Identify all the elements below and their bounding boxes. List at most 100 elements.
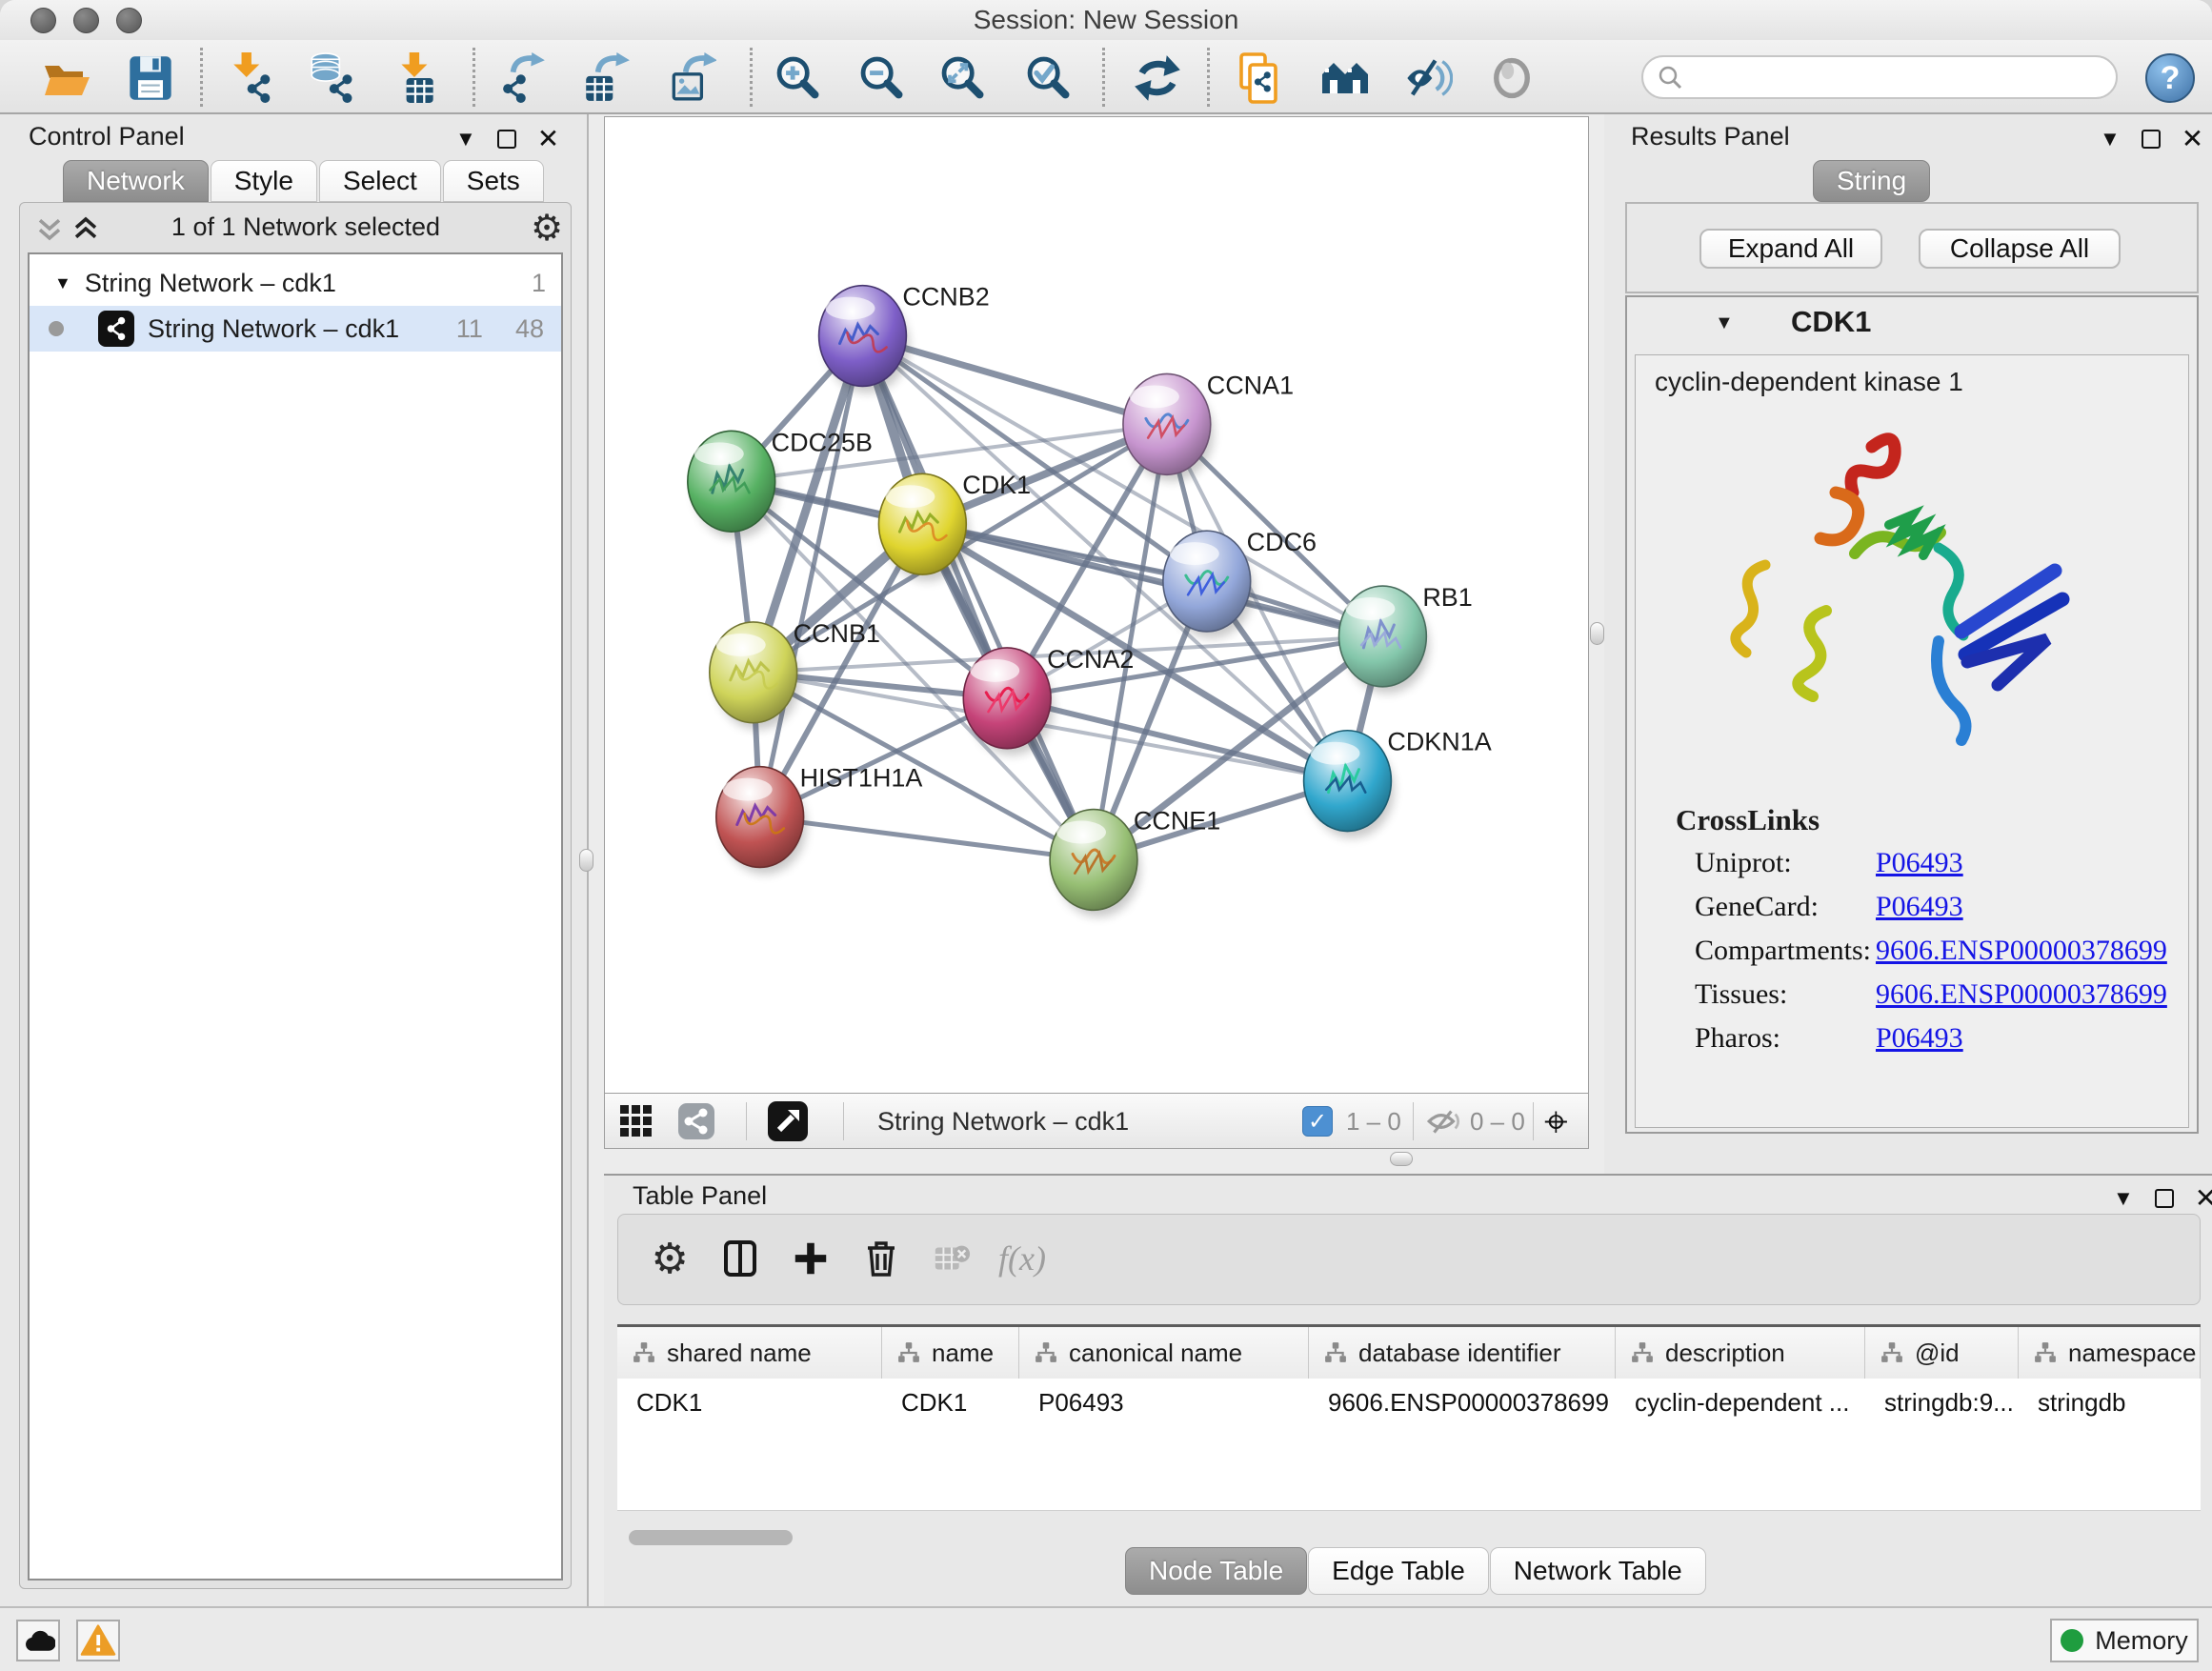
table-panel-collapse-icon[interactable]: ▼ — [2113, 1188, 2134, 1209]
clear-table-icon — [921, 1228, 982, 1289]
grid-view-icon[interactable] — [618, 1094, 654, 1149]
expand-all-button[interactable]: Expand All — [1699, 229, 1882, 269]
network-view-title: String Network – cdk1 — [877, 1094, 1129, 1149]
gene-collapse-icon[interactable]: ▼ — [1715, 312, 1734, 334]
right-splitter-handle[interactable] — [1590, 622, 1604, 645]
node-CDKN1A[interactable]: CDKN1A — [1304, 728, 1492, 838]
results-panel-collapse-icon[interactable]: ▼ — [2100, 129, 2121, 150]
column-header-@id[interactable]: @id — [1865, 1327, 2019, 1379]
import-network-icon[interactable] — [227, 51, 280, 105]
tab-node-table[interactable]: Node Table — [1125, 1547, 1307, 1595]
toolbar-divider — [1102, 48, 1105, 107]
table-hscrollbar-thumb[interactable] — [629, 1530, 793, 1545]
column-header-description[interactable]: description — [1616, 1327, 1865, 1379]
birds-eye-view-icon[interactable] — [767, 1094, 809, 1149]
column-header-label: description — [1665, 1339, 1785, 1368]
cell-shared-name[interactable]: CDK1 — [617, 1379, 882, 1426]
help-button[interactable]: ? — [2145, 53, 2195, 103]
column-header-label: namespace — [2068, 1339, 2196, 1368]
memory-button[interactable]: Memory — [2050, 1619, 2199, 1662]
crosslink-link[interactable]: 9606.ENSP00000378699 — [1876, 978, 2173, 1011]
network-options-gear-icon[interactable]: ⚙ — [531, 207, 563, 249]
network-graph[interactable]: CCNB2 CCNA1 CDC25B CDK1 — [605, 117, 1588, 1093]
column-header-name[interactable]: name — [882, 1327, 1019, 1379]
network-canvas[interactable]: CCNB2 CCNA1 CDC25B CDK1 — [604, 116, 1589, 1094]
add-column-icon[interactable] — [780, 1228, 841, 1289]
tab-sets[interactable]: Sets — [443, 160, 544, 202]
import-database-icon[interactable] — [305, 51, 358, 105]
export-image-icon[interactable] — [665, 51, 718, 105]
left-splitter-handle[interactable] — [579, 849, 593, 872]
save-session-icon[interactable] — [124, 51, 177, 105]
crosslink-link[interactable]: 9606.ENSP00000378699 — [1876, 935, 2173, 967]
column-header-namespace[interactable]: namespace — [2019, 1327, 2201, 1379]
cell-name[interactable]: CDK1 — [882, 1379, 1019, 1426]
import-table-icon[interactable] — [390, 51, 443, 105]
zoom-in-icon[interactable] — [771, 51, 824, 105]
export-table-icon[interactable] — [579, 51, 633, 105]
split-columns-icon[interactable] — [710, 1228, 771, 1289]
tab-network-table[interactable]: Network Table — [1490, 1547, 1706, 1595]
node-RB1[interactable]: RB1 — [1339, 583, 1473, 694]
results-panel-close-icon[interactable]: ✕ — [2182, 126, 2203, 152]
bottom-splitter-handle[interactable] — [1390, 1152, 1413, 1166]
column-header-shared-name[interactable]: shared name — [617, 1327, 882, 1379]
search-field[interactable] — [1683, 62, 2083, 93]
status-bar: Memory — [0, 1606, 2212, 1671]
refresh-view-icon[interactable] — [1131, 51, 1184, 105]
string-copy-network-icon[interactable] — [1233, 51, 1286, 105]
table-panel-float-icon[interactable] — [2155, 1189, 2174, 1208]
selected-checkbox[interactable]: ✓ — [1302, 1094, 1333, 1149]
tab-edge-table[interactable]: Edge Table — [1308, 1547, 1489, 1595]
crosslink-link[interactable]: P06493 — [1876, 847, 2173, 879]
crosslink-link[interactable]: P06493 — [1876, 1022, 2173, 1055]
cloud-button[interactable] — [16, 1620, 60, 1661]
delete-column-trash-icon[interactable] — [851, 1228, 912, 1289]
results-panel-float-icon[interactable] — [2142, 130, 2161, 149]
network-collection-row[interactable]: ▼ String Network – cdk1 1 — [30, 260, 561, 306]
tab-select[interactable]: Select — [319, 160, 441, 202]
node-HIST1H1A[interactable]: HIST1H1A — [716, 764, 923, 875]
column-header-database-identifier[interactable]: database identifier — [1309, 1327, 1616, 1379]
function-builder-icon: f(x) — [992, 1228, 1053, 1289]
cell-@id[interactable]: stringdb:9... — [1865, 1379, 2019, 1426]
control-panel-float-icon[interactable] — [497, 130, 516, 149]
export-network-icon[interactable] — [496, 51, 550, 105]
network-row-selected[interactable]: String Network – cdk1 11 48 — [30, 306, 561, 352]
table-panel-close-icon[interactable]: ✕ — [2195, 1185, 2212, 1212]
node-CCNE1[interactable]: CCNE1 — [1050, 807, 1220, 917]
two-houses-icon[interactable] — [1318, 51, 1372, 105]
string-view-icon[interactable] — [677, 1094, 715, 1149]
collapse-all-networks-icon[interactable] — [35, 214, 64, 248]
cell-description[interactable]: cyclin-dependent ... — [1616, 1379, 1865, 1426]
node-CDK1[interactable]: CDK1 — [878, 471, 1031, 581]
tree-expand-icon[interactable]: ▼ — [54, 273, 71, 293]
hidden-eye-icon[interactable] — [1426, 1094, 1462, 1149]
show-graphics-details-icon[interactable] — [1485, 51, 1538, 105]
column-header-canonical-name[interactable]: canonical name — [1019, 1327, 1309, 1379]
tab-string[interactable]: String — [1813, 160, 1930, 202]
table-settings-gear-icon[interactable]: ⚙ — [639, 1228, 700, 1289]
gene-description: cyclin-dependent kinase 1 — [1655, 367, 1963, 397]
tab-style[interactable]: Style — [211, 160, 317, 202]
control-panel-collapse-icon[interactable]: ▼ — [455, 129, 476, 150]
column-header-label: @id — [1915, 1339, 1960, 1368]
node-CCNB1[interactable]: CCNB1 — [710, 619, 880, 730]
control-panel-close-icon[interactable]: ✕ — [537, 126, 559, 152]
cell-namespace[interactable]: stringdb — [2019, 1379, 2201, 1426]
expand-all-networks-icon[interactable] — [71, 214, 100, 248]
cell-canonical-name[interactable]: P06493 — [1019, 1379, 1309, 1426]
search-input[interactable] — [1641, 55, 2118, 99]
cell-database-identifier[interactable]: 9606.ENSP00000378699 — [1309, 1379, 1616, 1426]
hide-graphics-details-icon[interactable] — [1401, 51, 1455, 105]
node-table: shared nameCDK1nameCDK1canonical nameP06… — [617, 1324, 2201, 1511]
collapse-all-button[interactable]: Collapse All — [1919, 229, 2121, 269]
zoom-selected-icon[interactable] — [1021, 51, 1075, 105]
zoom-fit-icon[interactable] — [935, 51, 989, 105]
zoom-out-icon[interactable] — [855, 51, 908, 105]
open-session-icon[interactable] — [40, 51, 93, 105]
center-view-crosshair-icon[interactable]: ⌖ — [1544, 1094, 1568, 1149]
tab-network[interactable]: Network — [63, 160, 209, 202]
warnings-button[interactable] — [76, 1620, 120, 1661]
crosslink-link[interactable]: P06493 — [1876, 891, 2173, 923]
